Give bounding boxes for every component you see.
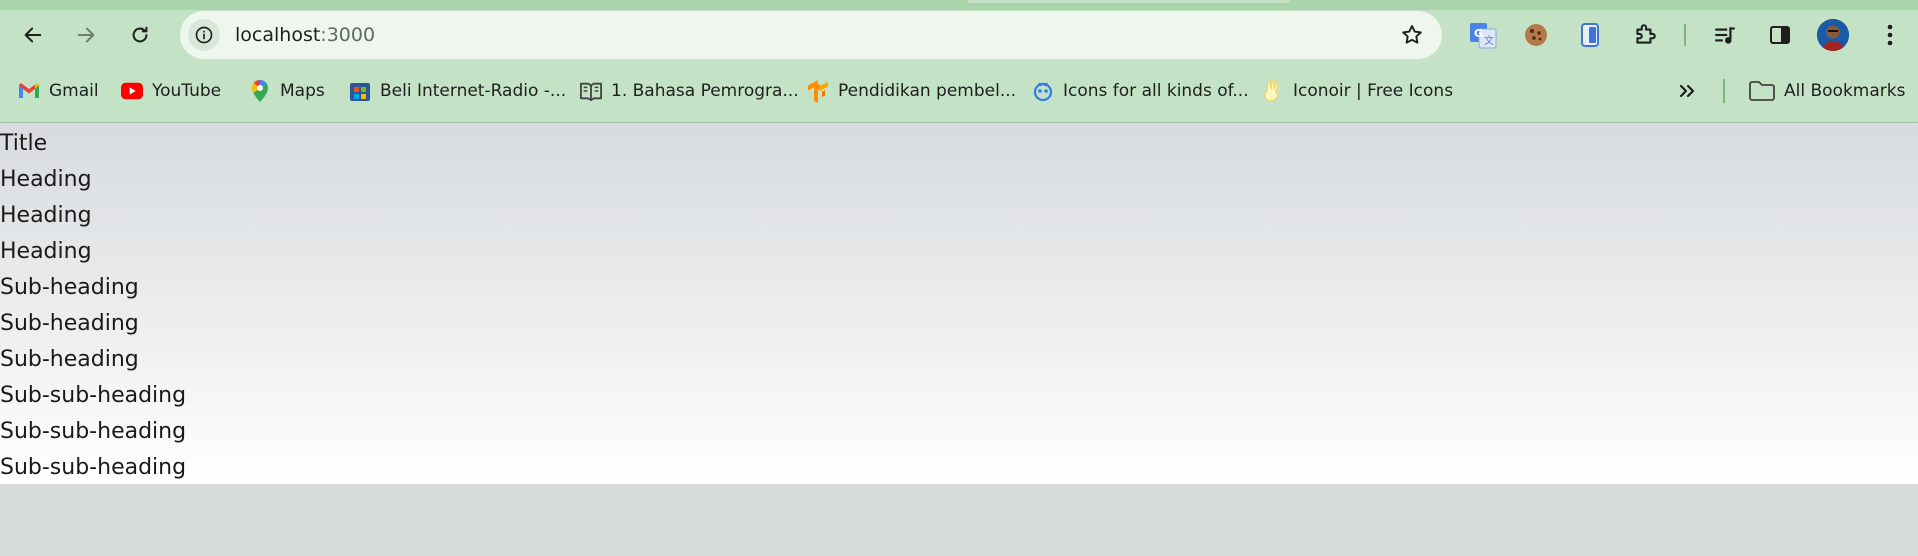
puzzle-icon [1636, 24, 1656, 44]
bookmark-gmail[interactable]: Gmail [18, 75, 99, 107]
sub-heading-text: Sub-heading [0, 275, 139, 300]
svg-text:G: G [1474, 27, 1483, 40]
chrome-menu-button[interactable] [1872, 17, 1908, 53]
toolbar-separator [1684, 24, 1686, 46]
arrow-left-icon [24, 27, 42, 43]
youtube-icon [121, 80, 143, 102]
content-list: Title Heading Heading Heading Sub-headin… [0, 126, 186, 486]
url-port: :3000 [320, 24, 376, 46]
all-bookmarks-button[interactable]: All Bookmarks [1749, 75, 1905, 107]
store-icon [349, 80, 371, 102]
back-button[interactable] [13, 15, 53, 55]
bookmark-youtube[interactable]: YouTube [121, 75, 221, 107]
avatar-icon [1817, 19, 1849, 51]
heading-text: Heading [0, 167, 92, 192]
arrow-right-icon [77, 27, 95, 43]
profile-avatar[interactable] [1817, 19, 1849, 51]
browser-chrome: localhost:3000 G 文 Gmail YouTube Maps Be… [0, 0, 1918, 123]
media-controls-button[interactable] [1707, 17, 1743, 53]
star-icon [1402, 25, 1422, 44]
bookmark-pendidikan[interactable]: Pendidikan pembel... [807, 75, 1016, 107]
iconoir-icon [1262, 79, 1284, 102]
site-info-button[interactable] [188, 19, 220, 51]
page-viewport: Title Heading Heading Heading Sub-headin… [0, 123, 1918, 484]
side-panel-button[interactable] [1762, 17, 1798, 53]
icon-library-icon [1032, 80, 1054, 102]
tensorflow-icon [807, 80, 829, 103]
all-bookmarks-label: All Bookmarks [1784, 81, 1906, 101]
sub-sub-heading-text: Sub-sub-heading [0, 455, 187, 480]
bookmark-maps[interactable]: Maps [249, 75, 325, 107]
active-tab-edge[interactable] [968, 0, 1290, 3]
reload-icon [132, 26, 148, 43]
queue-music-icon [1715, 27, 1735, 44]
bookmark-iconoir[interactable]: Iconoir | Free Icons [1262, 75, 1453, 107]
bookmark-label: 1. Bahasa Pemrogra... [611, 81, 799, 101]
url-host: localhost [235, 24, 321, 46]
device-mode-extension[interactable] [1572, 17, 1608, 53]
forward-button[interactable] [66, 15, 106, 55]
book-icon [580, 80, 602, 102]
page-background [0, 484, 1918, 556]
bookmark-icons-all-kinds[interactable]: Icons for all kinds of... [1032, 75, 1249, 107]
bookmark-star-button[interactable] [1398, 21, 1426, 49]
bookmarks-overflow-button[interactable] [1676, 75, 1707, 107]
bookmark-bahasa-pemrograman[interactable]: 1. Bahasa Pemrogra... [580, 75, 799, 107]
heading-text: Heading [0, 203, 92, 228]
reload-button[interactable] [120, 15, 160, 55]
svg-text:文: 文 [1484, 34, 1494, 47]
sub-sub-heading-text: Sub-sub-heading [0, 383, 187, 408]
gmail-icon [18, 80, 40, 102]
url-text[interactable]: localhost:3000 [235, 24, 375, 46]
title-text: Title [0, 131, 48, 156]
extensions-button[interactable] [1627, 17, 1663, 53]
folder-icon [1749, 80, 1775, 102]
cookie-extension[interactable] [1518, 17, 1554, 53]
bookmarks-bar: Gmail YouTube Maps Beli Internet-Radio -… [0, 75, 1918, 107]
sub-heading-text: Sub-heading [0, 347, 139, 372]
bookmark-label: Pendidikan pembel... [838, 81, 1017, 101]
chevron-double-right-icon [1676, 80, 1698, 102]
bookmark-label: YouTube [152, 81, 222, 101]
info-icon [195, 26, 213, 44]
tab-strip [0, 0, 1918, 10]
more-vert-icon [1887, 24, 1893, 46]
sub-sub-heading-text: Sub-sub-heading [0, 419, 187, 444]
heading-text: Heading [0, 239, 92, 264]
bookmark-label: Maps [280, 81, 325, 101]
bookmark-internet-radio[interactable]: Beli Internet-Radio -... [349, 75, 566, 107]
phone-icon [1581, 23, 1599, 47]
bookmark-label: Iconoir | Free Icons [1293, 81, 1454, 101]
maps-icon [249, 80, 271, 102]
bookmark-label: Icons for all kinds of... [1063, 81, 1249, 101]
bookmarks-separator [1723, 79, 1725, 103]
translate-icon: G 文 [1470, 23, 1497, 49]
side-panel-icon [1770, 26, 1790, 44]
bookmark-label: Gmail [49, 81, 99, 101]
cookie-icon [1525, 24, 1547, 46]
address-bar[interactable]: localhost:3000 [180, 11, 1442, 59]
bookmark-label: Beli Internet-Radio -... [380, 81, 567, 101]
sub-heading-text: Sub-heading [0, 311, 139, 336]
google-translate-extension[interactable]: G 文 [1465, 17, 1501, 53]
